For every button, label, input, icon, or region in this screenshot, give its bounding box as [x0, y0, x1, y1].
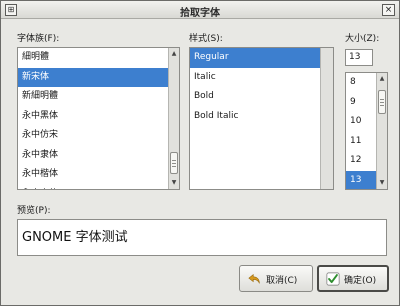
style-list[interactable]: Regular Italic Bold Bold Italic — [189, 47, 334, 190]
cancel-label: 取消(C) — [266, 276, 298, 286]
family-scrollbar[interactable]: ▲ ▼ — [168, 48, 179, 189]
style-label: 样式(S): — [189, 34, 223, 44]
preview-label: 预览(P): — [17, 206, 51, 216]
scroll-down-icon[interactable]: ▼ — [377, 178, 387, 188]
family-scroll-thumb[interactable] — [170, 152, 178, 174]
close-button[interactable]: × — [382, 4, 395, 16]
style-scrollbar[interactable] — [320, 48, 333, 189]
family-item[interactable]: 新宋体 — [18, 67, 179, 87]
undo-arrow-icon — [248, 273, 260, 284]
family-item[interactable]: 永中仿宋 — [18, 126, 179, 146]
title-bar[interactable]: ⊞ 拾取字体 × — [1, 1, 399, 19]
scroll-up-icon[interactable]: ▲ — [377, 74, 387, 84]
ok-button[interactable]: 确定(O) — [317, 265, 389, 292]
dialog-title: 拾取字体 — [180, 8, 220, 19]
family-item[interactable]: 新細明體 — [18, 87, 179, 107]
size-input[interactable]: 13 — [345, 49, 373, 66]
family-item[interactable]: 永中宋体 — [18, 185, 179, 190]
preview-field[interactable]: GNOME 字体测试 — [17, 219, 387, 256]
family-item[interactable]: 永中隶体 — [18, 146, 179, 166]
style-item[interactable]: Bold — [190, 87, 333, 107]
size-scrollbar[interactable]: ▲ ▼ — [376, 73, 387, 189]
size-scroll-thumb[interactable] — [378, 90, 386, 114]
family-item[interactable]: 永中黑体 — [18, 107, 179, 127]
family-label: 字体族(F): — [17, 34, 60, 44]
scroll-down-icon[interactable]: ▼ — [169, 178, 179, 188]
style-item[interactable]: Italic — [190, 68, 333, 88]
family-list[interactable]: 細明體新宋体新細明體永中黑体永中仿宋永中隶体永中楷体永中宋体 ▲ ▼ — [17, 47, 180, 190]
family-item[interactable]: 細明體 — [18, 48, 179, 68]
size-label: 大小(Z): — [345, 34, 380, 44]
cancel-button[interactable]: 取消(C) — [239, 265, 313, 292]
checkmark-icon — [326, 272, 340, 286]
scroll-up-icon[interactable]: ▲ — [169, 49, 179, 59]
font-picker-dialog: ⊞ 拾取字体 × 字体族(F): 細明體 新宋体 新細明體 永中黑体 永中仿宋 永中隶体永… — [0, 0, 400, 306]
style-item[interactable]: Bold Italic — [190, 107, 333, 127]
size-list[interactable]: 8 9 10 11 12 13 ▲ ▼ — [345, 72, 388, 190]
family-item[interactable]: 永中楷体 — [18, 165, 179, 185]
style-item[interactable]: Regular — [190, 48, 333, 68]
ok-label: 确定(O) — [344, 276, 377, 286]
